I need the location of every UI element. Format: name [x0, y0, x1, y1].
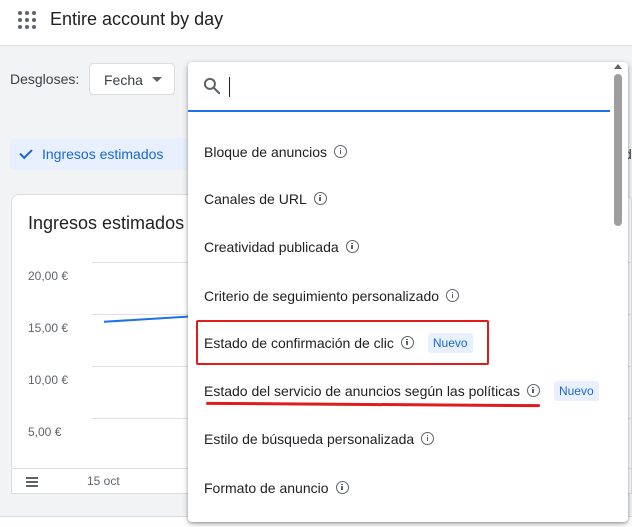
- search-input[interactable]: [228, 72, 598, 102]
- info-icon[interactable]: [526, 383, 540, 397]
- info-icon[interactable]: [335, 480, 349, 494]
- option-estado-servicio-anuncios[interactable]: Estado del servicio de anuncios según la…: [188, 369, 610, 413]
- metric-chip-ingresos[interactable]: Ingresos estimados: [10, 138, 192, 170]
- caret-down-icon: [152, 77, 162, 82]
- metric-chip-label: Ingresos estimados: [42, 146, 164, 162]
- info-icon[interactable]: [421, 431, 435, 445]
- option-label: Criterio de seguimiento personalizado: [204, 288, 440, 304]
- report-title: Entire account by day: [50, 9, 224, 29]
- dropdown-scrollbar[interactable]: [614, 74, 622, 226]
- info-icon[interactable]: [446, 288, 460, 302]
- breakdown-fecha-dropdown[interactable]: Fecha: [89, 63, 175, 95]
- annotation-highlight-box: [196, 320, 489, 365]
- scroll-up-arrow[interactable]: [614, 64, 622, 69]
- apps-grid-icon[interactable]: [18, 11, 36, 29]
- text-cursor: [229, 77, 230, 97]
- new-badge: Nuevo: [553, 381, 599, 401]
- search-icon: [203, 77, 221, 95]
- option-label: Estilo de búsqueda personalizada: [204, 431, 415, 447]
- option-label: Creatividad publicada: [204, 239, 339, 255]
- option-formato-de-anuncio[interactable]: Formato de anuncio: [188, 466, 610, 510]
- option-canales-de-url[interactable]: Canales de URL: [188, 177, 610, 221]
- option-estilo-busqueda[interactable]: Estilo de búsqueda personalizada: [188, 417, 610, 461]
- check-icon: [19, 145, 33, 160]
- series-line: [103, 315, 189, 323]
- breakdown-search-dropdown: Bloque de anuncios Canales de URL Creati…: [188, 62, 628, 522]
- legend-icon[interactable]: [26, 477, 38, 489]
- option-label: Canales de URL: [204, 191, 307, 207]
- info-icon[interactable]: [334, 144, 347, 158]
- option-label: Bloque de anuncios: [204, 144, 327, 160]
- option-bloque-de-anuncios[interactable]: Bloque de anuncios: [188, 130, 610, 174]
- option-creatividad-publicada[interactable]: Creatividad publicada: [188, 225, 610, 269]
- x-tick: 15 oct: [87, 474, 120, 488]
- breakdown-fecha-label: Fecha: [104, 72, 143, 88]
- info-icon[interactable]: [345, 239, 359, 253]
- breakdowns-label: Desgloses:: [10, 71, 80, 87]
- top-bar: Entire account by day: [0, 0, 632, 46]
- search-underline: [188, 110, 610, 112]
- option-label: Formato de anuncio: [204, 480, 329, 496]
- option-criterio-de-seguimiento[interactable]: Criterio de seguimiento personalizado: [188, 274, 610, 318]
- option-label: Estado del servicio de anuncios según la…: [204, 383, 520, 399]
- info-icon[interactable]: [313, 191, 327, 205]
- search-row: [188, 62, 628, 112]
